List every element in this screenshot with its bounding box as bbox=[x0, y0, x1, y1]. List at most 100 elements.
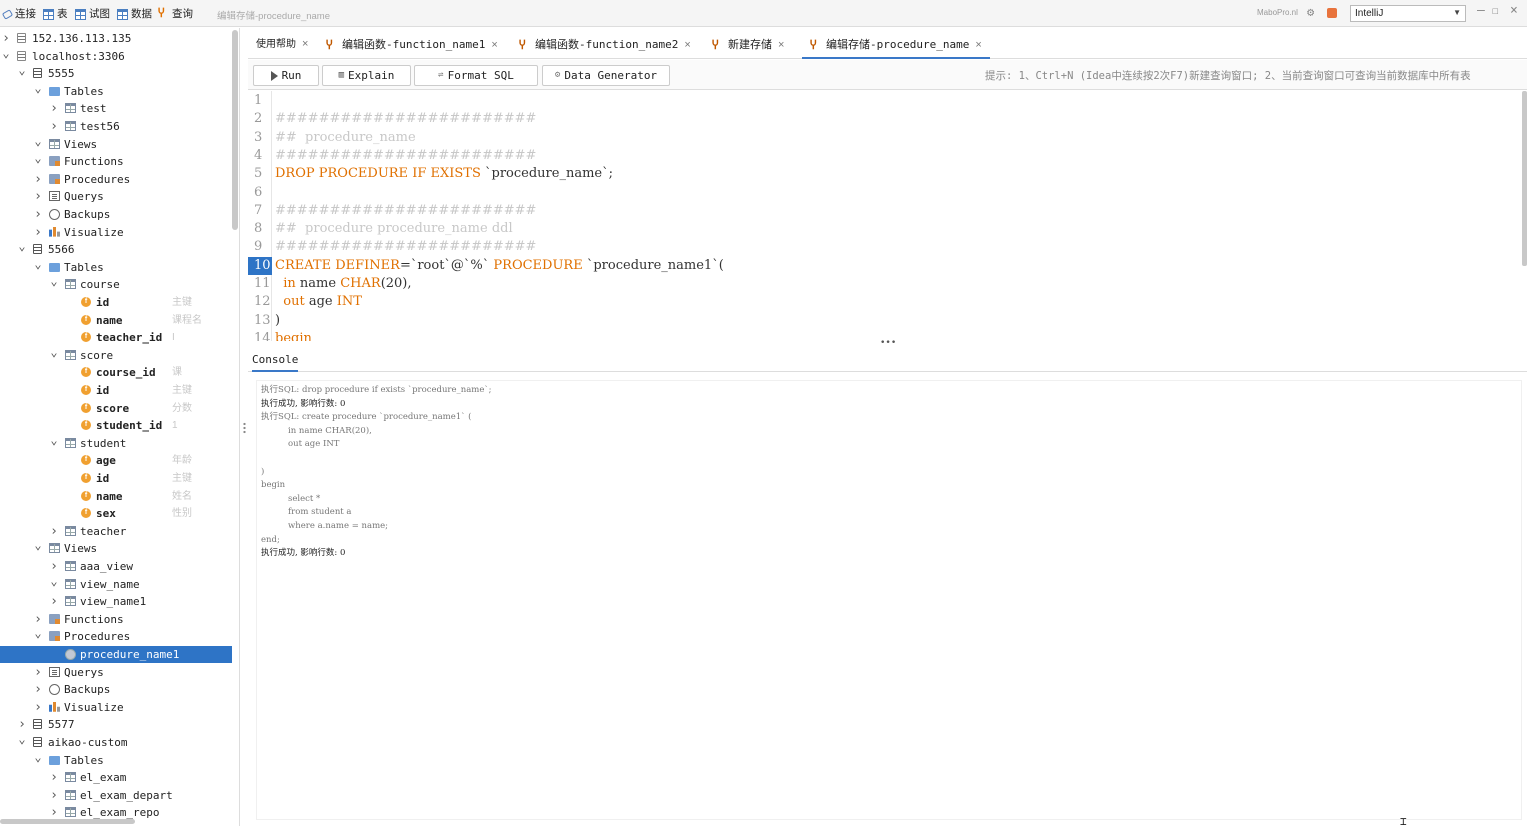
table-button[interactable]: 表 bbox=[43, 6, 68, 21]
chevron-right-icon[interactable]: › bbox=[33, 681, 43, 698]
chevron-down-icon[interactable]: ⌄ bbox=[49, 344, 59, 361]
chevron-down-icon[interactable]: ⌄ bbox=[33, 256, 43, 273]
tab-console[interactable]: Console bbox=[252, 352, 299, 372]
plugin-logo-icon[interactable] bbox=[1327, 8, 1337, 18]
tree-visualize-folder[interactable]: › Visualize bbox=[0, 224, 232, 241]
tree-view-node[interactable]: › view_name1 bbox=[0, 593, 232, 610]
tree-functions-folder[interactable]: ⌄ Functions bbox=[0, 150, 232, 170]
close-icon[interactable]: × bbox=[302, 38, 308, 50]
tree-column-node[interactable]: f name 课程名 bbox=[0, 312, 232, 329]
sidebar-scrollbar[interactable] bbox=[232, 30, 238, 230]
chevron-down-icon[interactable]: ⌄ bbox=[33, 80, 43, 97]
tree-view-node[interactable]: ⌄ view_name bbox=[0, 573, 232, 593]
chevron-down-icon[interactable]: ⌄ bbox=[33, 150, 43, 167]
tree-column-node[interactable]: f id 主键 bbox=[0, 294, 232, 311]
chevron-down-icon[interactable]: ⌄ bbox=[49, 273, 59, 290]
tree-column-node[interactable]: f student_id 1 bbox=[0, 417, 232, 434]
maximize-icon[interactable]: ☐ bbox=[1492, 4, 1499, 18]
chevron-right-icon[interactable]: › bbox=[33, 188, 43, 205]
format-sql-button[interactable]: ⇌ Format SQL bbox=[414, 65, 538, 86]
query-button[interactable]: Ⴤ 查询 bbox=[158, 6, 193, 21]
tree-column-node[interactable]: f score 分数 bbox=[0, 400, 232, 417]
visualize-icon bbox=[49, 226, 60, 237]
sidebar-horizontal-scrollbar[interactable] bbox=[0, 819, 135, 824]
tree-tables-folder[interactable]: ⌄ Tables bbox=[0, 80, 232, 100]
explain-button[interactable]: ▥ Explain bbox=[322, 65, 411, 86]
connect-button[interactable]: 连接 bbox=[1, 6, 36, 21]
tree-view-node[interactable]: › aaa_view bbox=[0, 558, 232, 575]
chevron-right-icon[interactable]: › bbox=[33, 206, 43, 223]
chevron-right-icon[interactable]: › bbox=[49, 118, 59, 135]
chevron-right-icon[interactable]: › bbox=[33, 699, 43, 716]
chevron-down-icon[interactable]: ⌄ bbox=[33, 133, 43, 150]
chevron-right-icon[interactable]: › bbox=[33, 224, 43, 241]
tree-visualize-folder[interactable]: › Visualize bbox=[0, 699, 232, 716]
tab-function-name1[interactable]: Ⴤ 编辑函数-function_name1 × bbox=[326, 30, 498, 59]
theme-select[interactable]: IntelliJ ▼ bbox=[1350, 5, 1466, 22]
tree-column-node[interactable]: f teacher_id I bbox=[0, 329, 232, 346]
tree-column-node[interactable]: f sex 性别 bbox=[0, 505, 232, 522]
tree-server-node[interactable]: ⌄ localhost:3306 bbox=[0, 45, 232, 65]
tree-backups-folder[interactable]: › Backups bbox=[0, 681, 232, 698]
close-icon[interactable]: × bbox=[778, 39, 784, 51]
data-generator-button[interactable]: ⚙ Data Generator bbox=[542, 65, 670, 86]
chevron-down-icon[interactable]: ⌄ bbox=[17, 62, 27, 79]
view-button[interactable]: 试图 bbox=[75, 6, 110, 21]
close-icon[interactable]: × bbox=[975, 39, 981, 51]
editor-scrollbar[interactable] bbox=[1522, 91, 1527, 266]
close-icon[interactable]: × bbox=[491, 39, 497, 51]
tree-column-node[interactable]: f course_id 课 bbox=[0, 364, 232, 381]
chevron-right-icon[interactable]: › bbox=[49, 523, 59, 540]
tree-column-node[interactable]: f name 姓名 bbox=[0, 488, 232, 505]
chevron-down-icon[interactable]: ⌄ bbox=[17, 731, 27, 748]
data-button[interactable]: 数据 bbox=[117, 6, 152, 21]
gear-icon[interactable]: ⚙ bbox=[1307, 6, 1314, 18]
tree-procedures-folder[interactable]: › Procedures bbox=[0, 171, 232, 188]
run-button[interactable]: Run bbox=[253, 65, 319, 86]
tab-new-procedure[interactable]: Ⴤ 新建存储 × bbox=[712, 30, 784, 59]
chevron-right-icon[interactable]: › bbox=[49, 593, 59, 610]
tree-table-node[interactable]: ⌄ student bbox=[0, 432, 232, 452]
tree-column-node[interactable]: f id 主键 bbox=[0, 470, 232, 487]
sql-editor[interactable]: 1 2 3 4 5 6 7 8 9 10 11 12 13 14 ####################… bbox=[248, 91, 1527, 341]
chevron-down-icon[interactable]: ⌄ bbox=[17, 238, 27, 255]
chevron-right-icon[interactable]: › bbox=[33, 664, 43, 681]
tree-table-node[interactable]: › el_exam_depart bbox=[0, 787, 232, 804]
chevron-down-icon[interactable]: ⌄ bbox=[1, 45, 11, 62]
close-icon[interactable]: × bbox=[1510, 4, 1518, 18]
tree-procedures-folder[interactable]: ⌄ Procedures bbox=[0, 625, 232, 645]
tree-views-folder[interactable]: ⌄ Views bbox=[0, 537, 232, 557]
tree-backups-folder[interactable]: › Backups bbox=[0, 206, 232, 223]
chevron-down-icon[interactable]: ⌄ bbox=[33, 625, 43, 642]
chevron-down-icon[interactable]: ⌄ bbox=[33, 749, 43, 766]
tree-server-node[interactable]: › 152.136.113.135 bbox=[0, 30, 232, 47]
close-icon[interactable]: × bbox=[684, 39, 690, 51]
chevron-right-icon[interactable]: › bbox=[49, 787, 59, 804]
tree-column-node[interactable]: f id 主键 bbox=[0, 382, 232, 399]
panel-splitter-handle[interactable] bbox=[243, 422, 246, 434]
minimize-icon[interactable]: – bbox=[1477, 4, 1485, 18]
column-comment: 课程名 bbox=[172, 314, 202, 326]
chevron-down-icon[interactable]: ⌄ bbox=[49, 573, 59, 590]
tree-tables-folder[interactable]: ⌄ Tables bbox=[0, 749, 232, 769]
chevron-right-icon[interactable]: › bbox=[33, 171, 43, 188]
tree-database-node[interactable]: › 5577 bbox=[0, 716, 232, 733]
tree-querys-folder[interactable]: › Querys bbox=[0, 664, 232, 681]
tree-table-node[interactable]: ⌄ course bbox=[0, 273, 232, 293]
tree-tables-folder[interactable]: ⌄ Tables bbox=[0, 256, 232, 276]
chevron-right-icon[interactable]: › bbox=[49, 100, 59, 117]
tree-table-node[interactable]: › test bbox=[0, 100, 232, 117]
tree-querys-folder[interactable]: › Querys bbox=[0, 188, 232, 205]
tab-help[interactable]: 使用帮助 × bbox=[256, 30, 308, 59]
tree-table-node[interactable]: › el_exam bbox=[0, 769, 232, 786]
tab-function-name2[interactable]: Ⴤ 编辑函数-function_name2 × bbox=[519, 30, 691, 59]
tab-edit-procedure[interactable]: Ⴤ 编辑存储-procedure_name × bbox=[802, 30, 990, 59]
chevron-down-icon[interactable]: ⌄ bbox=[49, 432, 59, 449]
tree-table-node[interactable]: ⌄ score bbox=[0, 344, 232, 364]
console-output[interactable]: 执行SQL: drop procedure if exists `procedu… bbox=[256, 380, 1522, 820]
chevron-right-icon[interactable]: › bbox=[49, 769, 59, 786]
tree-column-node[interactable]: f age 年龄 bbox=[0, 452, 232, 469]
chevron-down-icon[interactable]: ⌄ bbox=[33, 537, 43, 554]
split-handle[interactable]: ••• bbox=[880, 339, 896, 348]
tree-procedure-node[interactable]: procedure_name1 bbox=[0, 646, 232, 663]
